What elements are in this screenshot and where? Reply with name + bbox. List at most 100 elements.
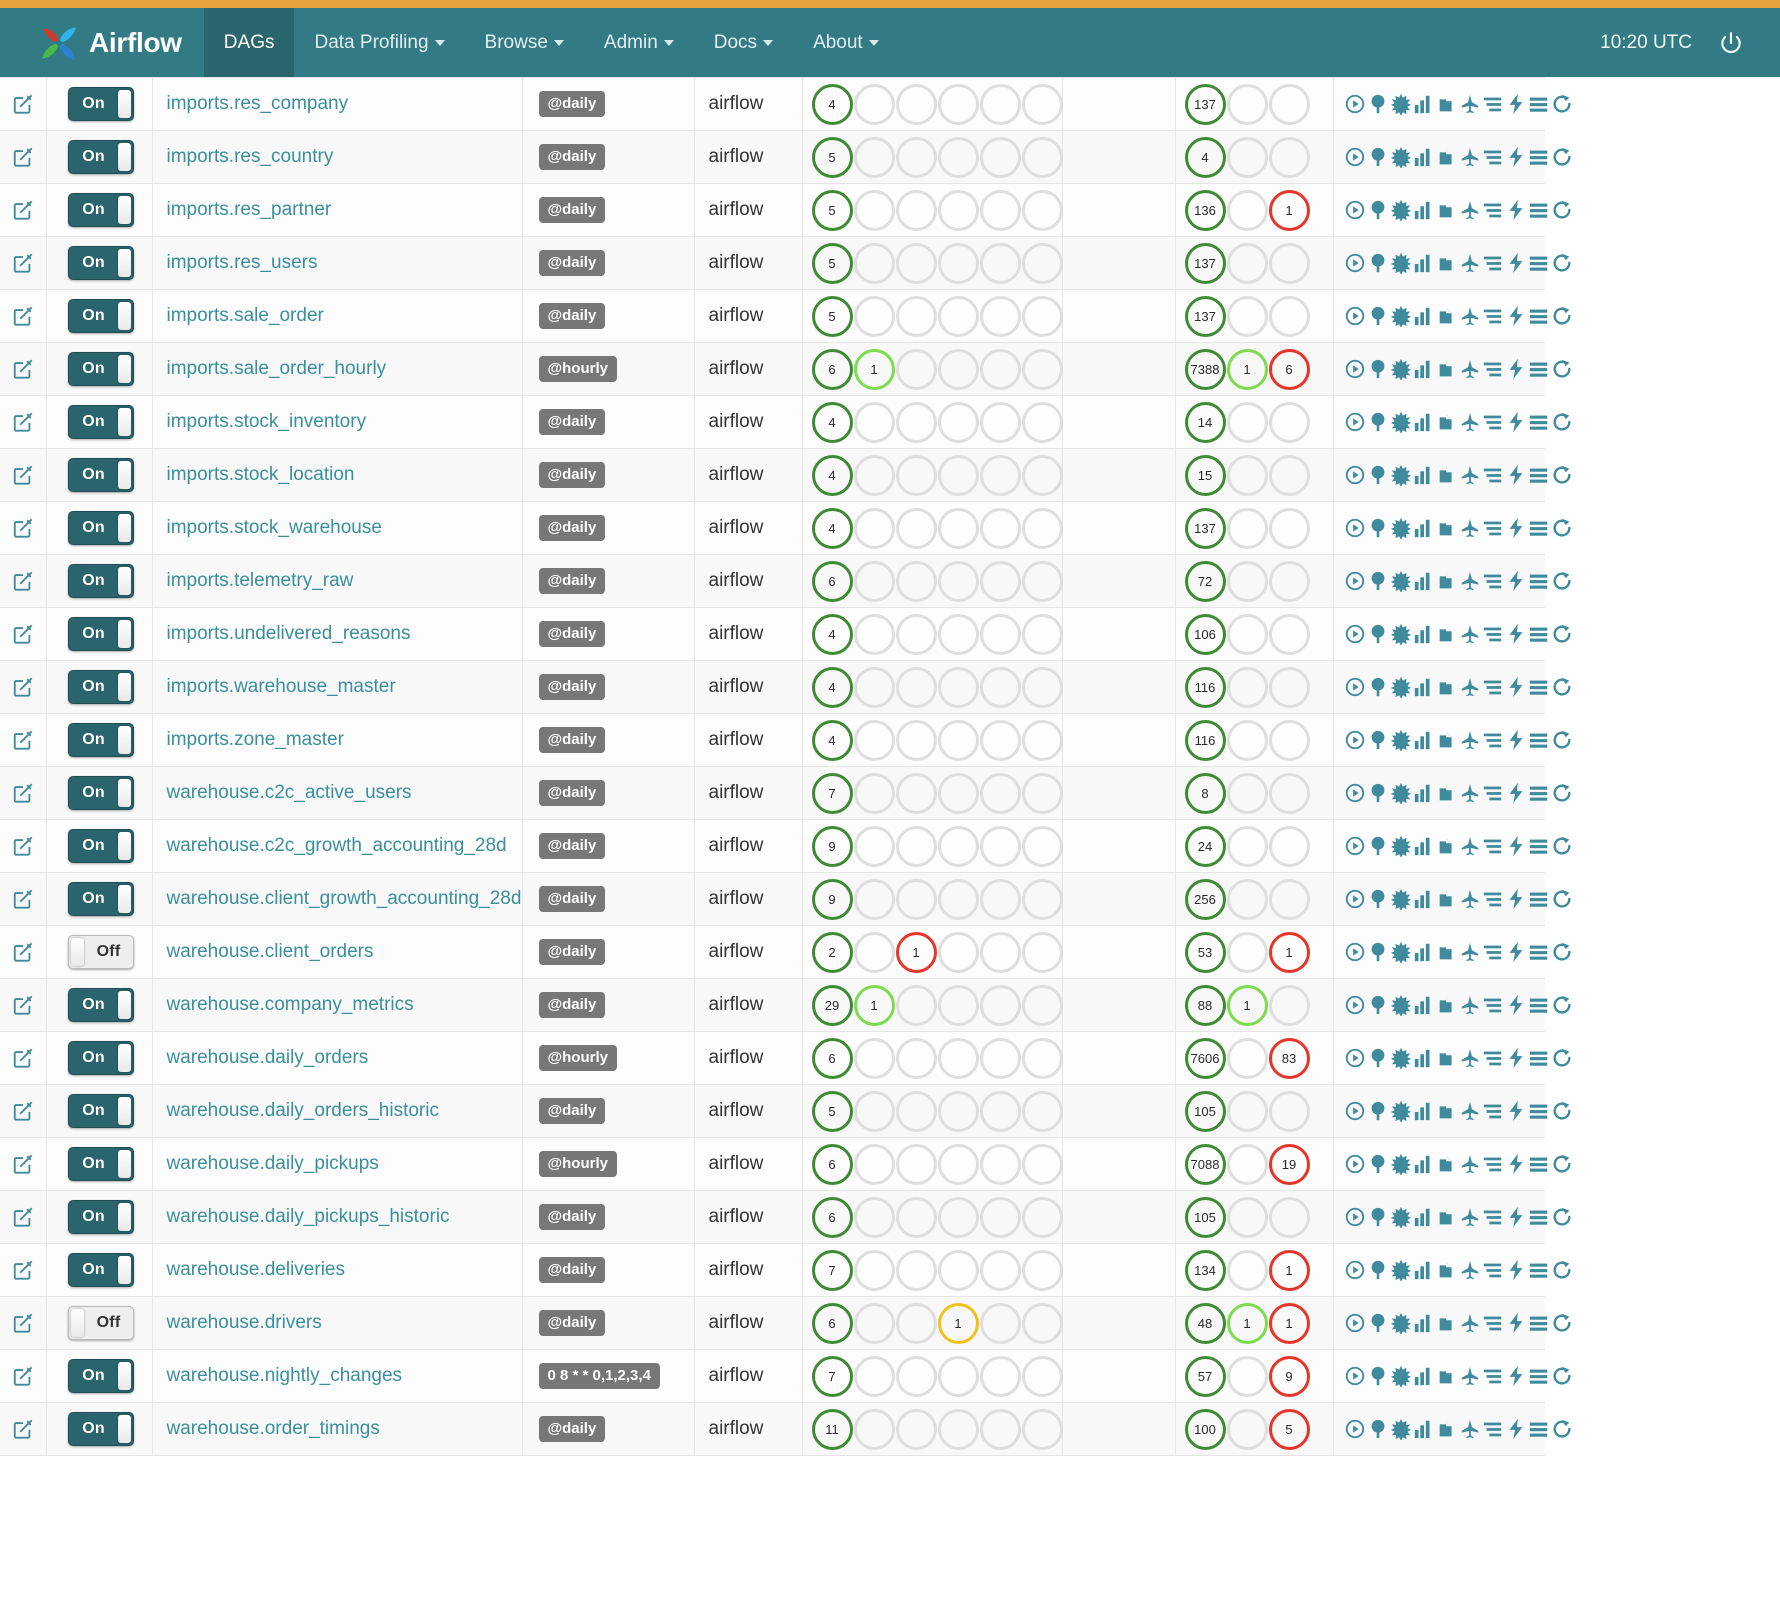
dag-run-circle-empty[interactable] [895,189,937,231]
logs-icon[interactable] [1528,1259,1550,1281]
dag-pause-toggle[interactable]: Off [68,935,134,969]
task-circle-failed[interactable]: 1 [1268,1249,1310,1291]
dag-run-circle-empty[interactable] [1021,1196,1063,1238]
dag-run-circle-empty[interactable] [895,83,937,125]
dag-run-circle-empty[interactable] [853,401,895,443]
task-tries-icon[interactable] [1436,888,1458,910]
task-tries-icon[interactable] [1436,676,1458,698]
task-circle-empty[interactable] [1226,931,1268,973]
dag-run-circle-empty[interactable] [937,613,979,655]
dag-pause-toggle[interactable]: On [68,1253,134,1287]
task-duration-icon[interactable] [1413,1100,1435,1122]
task-circle-empty[interactable] [1268,454,1310,496]
tree-view-icon[interactable] [1367,1312,1389,1334]
logs-icon[interactable] [1528,146,1550,168]
tree-view-icon[interactable] [1367,1153,1389,1175]
logs-icon[interactable] [1528,1312,1550,1334]
task-tries-icon[interactable] [1436,93,1458,115]
trigger-dag-icon[interactable] [1344,464,1366,486]
code-icon[interactable] [1505,941,1527,963]
dag-run-circle-empty[interactable] [937,1408,979,1450]
task-tries-icon[interactable] [1436,1365,1458,1387]
gantt-icon[interactable] [1482,1312,1504,1334]
dag-run-circle-success[interactable]: 29 [811,984,853,1026]
task-duration-icon[interactable] [1413,199,1435,221]
refresh-icon[interactable] [1551,1259,1573,1281]
dag-run-circle-empty[interactable] [853,1090,895,1132]
refresh-icon[interactable] [1551,941,1573,963]
dag-pause-toggle[interactable]: On [68,246,134,280]
trigger-dag-icon[interactable] [1344,1418,1366,1440]
tree-view-icon[interactable] [1367,252,1389,274]
tree-view-icon[interactable] [1367,199,1389,221]
dag-run-circle-empty[interactable] [895,666,937,708]
landing-times-icon[interactable] [1459,1100,1481,1122]
code-icon[interactable] [1505,729,1527,751]
dag-run-circle-empty[interactable] [979,1090,1021,1132]
task-tries-icon[interactable] [1436,1153,1458,1175]
dag-link[interactable]: imports.stock_location [167,464,355,485]
dag-run-circle-empty[interactable] [853,83,895,125]
dag-run-circle-success[interactable]: 7 [811,1355,853,1397]
graph-view-icon[interactable] [1390,199,1412,221]
task-circle-empty[interactable] [1226,719,1268,761]
tree-view-icon[interactable] [1367,941,1389,963]
dag-run-circle-empty[interactable] [979,189,1021,231]
graph-view-icon[interactable] [1390,1206,1412,1228]
dag-run-circle-empty[interactable] [937,931,979,973]
dag-run-circle-empty[interactable] [979,348,1021,390]
brand-home-link[interactable]: Airflow [0,8,204,77]
dag-run-circle-success[interactable]: 6 [811,1037,853,1079]
landing-times-icon[interactable] [1459,888,1481,910]
dag-run-circle-empty[interactable] [853,825,895,867]
dag-link[interactable]: imports.sale_order [167,305,324,326]
task-tries-icon[interactable] [1436,941,1458,963]
landing-times-icon[interactable] [1459,782,1481,804]
dag-run-circle-success[interactable]: 2 [811,931,853,973]
dag-run-circle-empty[interactable] [979,772,1021,814]
task-circle-success[interactable]: 48 [1184,1302,1226,1344]
task-circle-success[interactable]: 136 [1184,189,1226,231]
task-tries-icon[interactable] [1436,729,1458,751]
tree-view-icon[interactable] [1367,835,1389,857]
dag-run-circle-empty[interactable] [895,1302,937,1344]
refresh-icon[interactable] [1551,1365,1573,1387]
graph-view-icon[interactable] [1390,146,1412,168]
landing-times-icon[interactable] [1459,252,1481,274]
graph-view-icon[interactable] [1390,1365,1412,1387]
edit-dag-button[interactable] [12,1365,34,1387]
dag-run-circle-success[interactable]: 4 [811,83,853,125]
edit-dag-button[interactable] [12,305,34,327]
code-icon[interactable] [1505,676,1527,698]
dag-run-circle-empty[interactable] [937,1037,979,1079]
graph-view-icon[interactable] [1390,1259,1412,1281]
nav-item-data-profiling[interactable]: Data Profiling [294,8,464,77]
dag-run-circle-empty[interactable] [979,1408,1021,1450]
dag-run-circle-empty[interactable] [979,1249,1021,1291]
gantt-icon[interactable] [1482,835,1504,857]
graph-view-icon[interactable] [1390,305,1412,327]
graph-view-icon[interactable] [1390,93,1412,115]
task-duration-icon[interactable] [1413,570,1435,592]
dag-run-circle-success[interactable]: 9 [811,878,853,920]
gantt-icon[interactable] [1482,517,1504,539]
dag-run-circle-empty[interactable] [853,666,895,708]
refresh-icon[interactable] [1551,93,1573,115]
landing-times-icon[interactable] [1459,1047,1481,1069]
task-circle-success[interactable]: 134 [1184,1249,1226,1291]
dag-run-circle-success[interactable]: 4 [811,666,853,708]
trigger-dag-icon[interactable] [1344,623,1366,645]
refresh-icon[interactable] [1551,1047,1573,1069]
edit-dag-button[interactable] [12,252,34,274]
landing-times-icon[interactable] [1459,1259,1481,1281]
trigger-dag-icon[interactable] [1344,252,1366,274]
graph-view-icon[interactable] [1390,252,1412,274]
graph-view-icon[interactable] [1390,1312,1412,1334]
tree-view-icon[interactable] [1367,570,1389,592]
graph-view-icon[interactable] [1390,676,1412,698]
task-circle-success[interactable]: 137 [1184,242,1226,284]
task-tries-icon[interactable] [1436,199,1458,221]
code-icon[interactable] [1505,1047,1527,1069]
task-circle-empty[interactable] [1268,295,1310,337]
dag-run-circle-success[interactable]: 4 [811,454,853,496]
